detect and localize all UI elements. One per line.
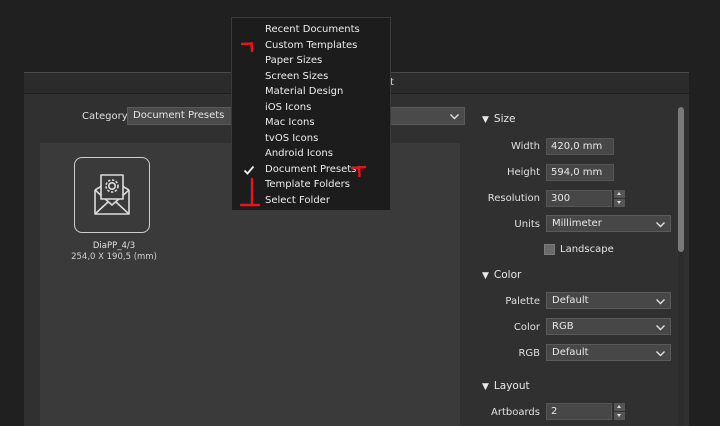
palette-label: Palette bbox=[505, 296, 540, 307]
height-label: Height bbox=[506, 167, 540, 178]
section-color-header[interactable]: ▼ Color bbox=[482, 269, 521, 281]
category-label: Category bbox=[82, 111, 128, 122]
menu-item-label: Android Icons bbox=[265, 148, 333, 159]
palette-value: Default bbox=[552, 295, 589, 306]
stepper-down-icon[interactable] bbox=[614, 412, 625, 420]
checkmark-icon bbox=[243, 165, 255, 175]
category-select-value: Document Presets bbox=[133, 110, 225, 121]
preset-thumbnail[interactable] bbox=[74, 157, 150, 233]
color-model-select[interactable]: RGB bbox=[546, 318, 671, 335]
menu-item-mac-icons[interactable]: Mac Icons bbox=[232, 116, 390, 131]
menu-item-recent-documents[interactable]: Recent Documents bbox=[232, 23, 390, 38]
menu-item-ios-icons[interactable]: iOS Icons bbox=[232, 101, 390, 116]
preset-dimensions: 254,0 X 190,5 (mm) bbox=[71, 252, 157, 262]
artboards-stepper[interactable] bbox=[614, 403, 625, 420]
palette-select[interactable]: Default bbox=[546, 292, 671, 309]
rgb-profile-value: Default bbox=[552, 347, 589, 358]
width-field[interactable]: 420,0 mm bbox=[546, 138, 614, 155]
settings-scrollbar[interactable] bbox=[678, 107, 684, 426]
landscape-label: Landscape bbox=[560, 244, 614, 255]
units-value: Millimeter bbox=[552, 218, 602, 229]
width-value: 420,0 mm bbox=[551, 141, 603, 152]
chevron-down-icon bbox=[656, 299, 665, 305]
chevron-down-icon bbox=[656, 222, 665, 228]
annotation-mark-custom-templates bbox=[240, 42, 254, 52]
stepper-down-icon[interactable] bbox=[614, 199, 625, 207]
stepper-up-icon[interactable] bbox=[614, 403, 625, 411]
stepper-up-icon[interactable] bbox=[614, 190, 625, 198]
preset-name: DiaPP_4/3 bbox=[92, 241, 136, 251]
height-value: 594,0 mm bbox=[551, 167, 603, 178]
resolution-stepper[interactable] bbox=[614, 190, 625, 207]
menu-item-label: Template Folders bbox=[265, 179, 350, 190]
menu-item-label: Mac Icons bbox=[265, 117, 315, 128]
menu-item-label: iOS Icons bbox=[265, 101, 312, 113]
annotation-mark-template-folders bbox=[239, 177, 261, 207]
menu-item-screen-sizes[interactable]: Screen Sizes bbox=[232, 70, 390, 85]
menu-item-label: Screen Sizes bbox=[265, 70, 329, 82]
artboards-value: 2 bbox=[551, 406, 558, 417]
landscape-checkbox[interactable] bbox=[544, 244, 555, 255]
document-settings-panel: ▼ Size Width 420,0 mm Height 594,0 mm Res… bbox=[474, 73, 689, 426]
resolution-value: 300 bbox=[551, 193, 571, 204]
width-label: Width bbox=[510, 141, 540, 152]
chevron-down-icon bbox=[656, 351, 665, 357]
height-field[interactable]: 594,0 mm bbox=[546, 164, 614, 181]
menu-item-label: Document Presets bbox=[265, 163, 357, 175]
color-model-label: Color bbox=[513, 322, 540, 333]
color-model-value: RGB bbox=[552, 321, 574, 332]
section-size-header[interactable]: ▼ Size bbox=[482, 113, 515, 125]
artboards-field[interactable]: 2 bbox=[546, 403, 612, 420]
menu-item-label: Recent Documents bbox=[265, 24, 360, 35]
menu-item-label: Material Design bbox=[265, 86, 344, 97]
menu-item-label: Select Folder bbox=[265, 194, 330, 206]
menu-item-material-design[interactable]: Material Design bbox=[232, 85, 390, 100]
units-label: Units bbox=[514, 219, 540, 230]
artboards-label: Artboards bbox=[491, 407, 540, 418]
menu-item-android-icons[interactable]: Android Icons bbox=[232, 147, 390, 162]
section-layout-title: Layout bbox=[493, 380, 530, 392]
menu-item-label: Custom Templates bbox=[265, 39, 358, 51]
menu-item-tvos-icons[interactable]: tvOS Icons bbox=[232, 132, 390, 147]
annotation-mark-document-presets bbox=[350, 165, 367, 177]
menu-item-label: tvOS Icons bbox=[265, 132, 319, 144]
resolution-field[interactable]: 300 bbox=[546, 190, 612, 207]
preset-card[interactable]: DiaPP_4/3 254,0 X 190,5 (mm) bbox=[71, 157, 157, 267]
rgb-profile-label: RGB bbox=[518, 348, 540, 359]
triangle-down-icon: ▼ bbox=[482, 271, 489, 281]
rgb-profile-select[interactable]: Default bbox=[546, 344, 671, 361]
scrollbar-thumb[interactable] bbox=[678, 107, 684, 252]
menu-item-label: Paper Sizes bbox=[265, 55, 323, 66]
section-color-title: Color bbox=[493, 269, 522, 281]
triangle-down-icon: ▼ bbox=[482, 115, 489, 125]
section-layout-header[interactable]: ▼ Layout bbox=[482, 380, 530, 392]
menu-item-paper-sizes[interactable]: Paper Sizes bbox=[232, 54, 390, 69]
units-select[interactable]: Millimeter bbox=[546, 215, 671, 232]
section-size-title: Size bbox=[493, 113, 516, 125]
envelope-gear-icon bbox=[94, 174, 130, 215]
chevron-down-icon bbox=[656, 325, 665, 331]
triangle-down-icon: ▼ bbox=[482, 382, 489, 392]
resolution-label: Resolution bbox=[487, 193, 540, 204]
chevron-down-icon bbox=[450, 114, 459, 120]
